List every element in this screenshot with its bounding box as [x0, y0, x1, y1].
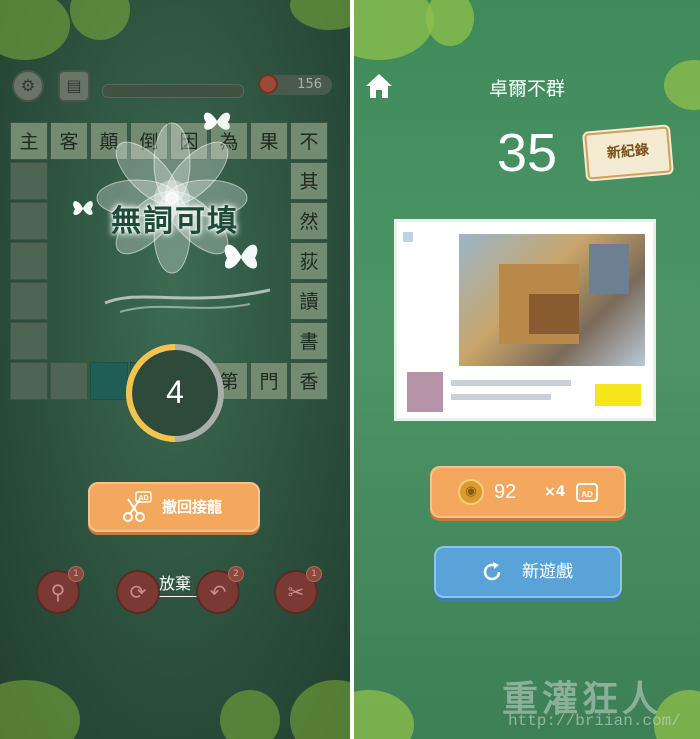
search-icon: ⚲	[50, 580, 66, 604]
grid-cell[interactable]: 果	[250, 122, 288, 160]
coin-icon	[258, 74, 278, 94]
grid-cell[interactable]	[10, 242, 48, 280]
grid-cell[interactable]	[10, 202, 48, 240]
grid-cell[interactable]: 然	[290, 202, 328, 240]
undo-arrow-icon: ↶	[209, 580, 227, 604]
left-game-screen: ⚙ ▤ 156 主客顛倒因為果不其然荻讀書第門香 無詞可填 4 AD 撤回接龍 …	[0, 0, 350, 739]
coin-icon: ◉	[458, 479, 484, 505]
watch-ad-coin-button[interactable]: ◉ 92 ×4 AD	[430, 466, 626, 518]
new-game-button[interactable]: 新遊戲	[434, 546, 622, 598]
dictionary-book-icon[interactable]: ▤	[58, 70, 90, 102]
grid-cell[interactable]: 書	[290, 322, 328, 360]
lily-pad-decoration	[290, 680, 350, 739]
ad-text-line	[451, 394, 551, 400]
lily-pad-decoration	[220, 690, 280, 739]
ad-cta-button[interactable]	[595, 384, 641, 406]
grid-cell[interactable]	[10, 162, 48, 200]
ad-text-line	[451, 380, 571, 386]
countdown-number: 4	[166, 374, 184, 410]
ad-image	[459, 234, 645, 366]
reward-multiplier: ×4	[544, 484, 566, 500]
new-game-label: 新遊戲	[522, 562, 573, 582]
ad-choices-icon	[403, 232, 413, 242]
cut-button[interactable]: ✂ 1	[274, 566, 322, 614]
tool-badge: 2	[228, 566, 244, 582]
grid-cell[interactable]: 香	[290, 362, 328, 400]
grid-cell[interactable]: 其	[290, 162, 328, 200]
grid-cell[interactable]	[50, 362, 88, 400]
scissors-ad-icon: AD	[123, 491, 152, 522]
hint-search-button[interactable]: ⚲ 1	[36, 566, 84, 614]
lily-pad-decoration	[426, 0, 474, 46]
mist-swirl-decoration	[104, 288, 271, 313]
undo-button[interactable]: ↶ 2	[196, 566, 244, 614]
grid-cell[interactable]	[10, 282, 48, 320]
grid-cell[interactable]	[10, 362, 48, 400]
grid-cell[interactable]: 客	[50, 122, 88, 160]
lily-pad-decoration	[354, 0, 434, 60]
level-progress-bar	[102, 84, 244, 98]
grid-cell[interactable]: 門	[250, 362, 288, 400]
ad-banner[interactable]	[394, 219, 656, 421]
new-record-stamp: 新紀錄	[584, 126, 672, 180]
grid-cell[interactable]: 主	[10, 122, 48, 160]
butterfly-icon	[203, 112, 231, 130]
restart-icon	[483, 562, 501, 581]
lily-pad-decoration	[290, 0, 350, 30]
svg-text:AD: AD	[581, 490, 593, 499]
grid-cell[interactable]: 不	[290, 122, 328, 160]
lily-pad-decoration	[0, 680, 80, 739]
lily-pad-decoration	[354, 690, 414, 739]
grid-cell[interactable]: 荻	[290, 242, 328, 280]
idiom-title: 卓爾不群	[488, 78, 565, 100]
tool-badge: 1	[306, 566, 322, 582]
butterfly-icon	[224, 244, 258, 269]
ad-thumbnail	[407, 372, 443, 412]
watermark-url: http://briian.com/	[508, 712, 681, 730]
ad-video-icon: AD	[576, 483, 598, 502]
refresh-button[interactable]: ⟳	[116, 570, 160, 614]
no-words-title: 無詞可填	[111, 204, 239, 239]
lily-pad-decoration	[70, 0, 130, 40]
scissors-icon: ✂	[287, 580, 305, 604]
undo-chain-label: 撤回接龍	[162, 498, 223, 516]
lily-pad-decoration	[0, 0, 70, 60]
settings-gear-icon[interactable]: ⚙	[12, 70, 44, 102]
svg-text:AD: AD	[138, 495, 148, 502]
right-result-screen: 卓爾不群 35 新紀錄 ◉ 92 ×4 AD 新遊戲	[354, 0, 700, 739]
refresh-icon: ⟳	[129, 580, 147, 604]
coin-count: 156	[297, 77, 322, 92]
grid-cell[interactable]	[10, 322, 48, 360]
grid-cell[interactable]: 讀	[290, 282, 328, 320]
coin-reward-count: 92	[494, 481, 517, 503]
tool-badge: 1	[68, 566, 84, 582]
undo-chain-button[interactable]: AD 撤回接龍	[88, 482, 260, 532]
